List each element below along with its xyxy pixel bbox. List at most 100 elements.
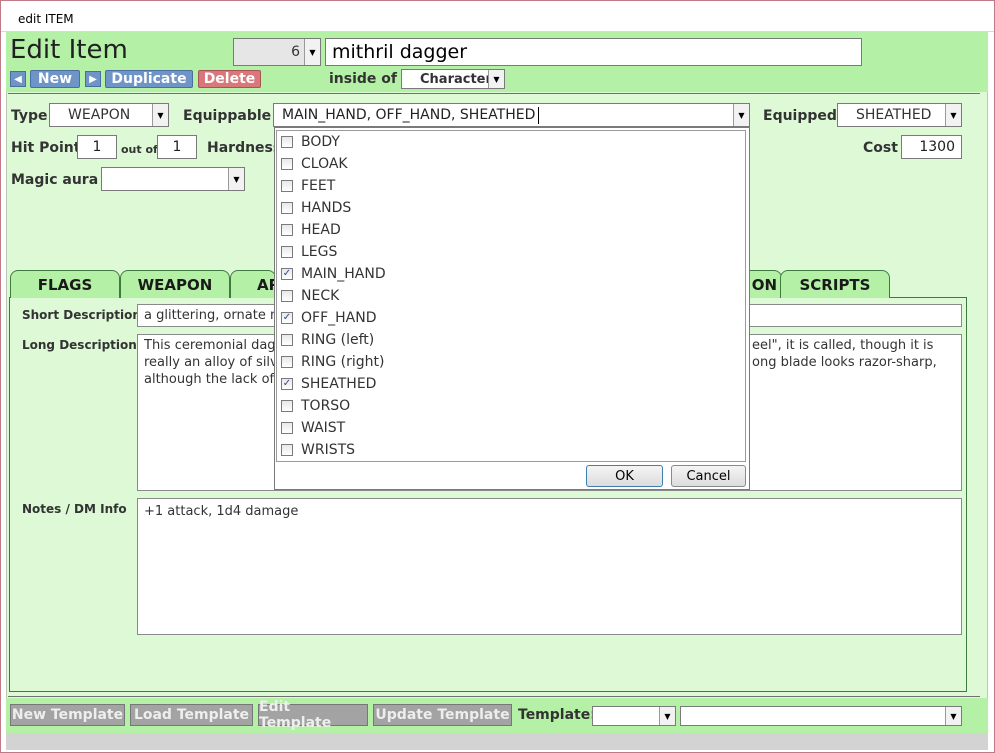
inside-of-value: Character <box>420 72 492 87</box>
checkbox[interactable] <box>281 400 293 412</box>
checkbox[interactable] <box>281 180 293 192</box>
option-label: MAIN_HAND <box>301 266 386 282</box>
chevron-down-icon[interactable]: ▼ <box>152 104 168 126</box>
equippable-option[interactable]: WRISTS <box>281 439 355 461</box>
chevron-down-icon[interactable]: ▼ <box>228 168 244 190</box>
equippable-value: MAIN_HAND, OFF_HAND, SHEATHED <box>282 107 536 123</box>
type-label: Type <box>11 108 48 124</box>
equippable-option[interactable]: CLOAK <box>281 153 348 175</box>
equipped-select[interactable]: SHEATHED ▼ <box>837 103 962 127</box>
cancel-button[interactable]: Cancel <box>671 465 746 487</box>
new-template-button[interactable]: New Template <box>10 704 125 726</box>
equippable-option[interactable]: ✓ MAIN_HAND <box>281 263 386 285</box>
checkbox[interactable] <box>281 422 293 434</box>
checkbox[interactable] <box>281 356 293 368</box>
inside-of-select[interactable]: Character ▼ <box>401 69 505 89</box>
cost-field[interactable]: 1300 <box>901 135 962 159</box>
equippable-select[interactable]: MAIN_HAND, OFF_HAND, SHEATHED ▼ <box>273 103 750 127</box>
option-label: WRISTS <box>301 442 356 458</box>
option-label: FEET <box>301 178 336 194</box>
template-select[interactable]: ▼ <box>592 706 676 726</box>
arrow-right-icon[interactable]: ▶ <box>85 71 101 87</box>
checkbox[interactable] <box>281 224 293 236</box>
tab-flags[interactable]: FLAGS <box>10 270 120 298</box>
equippable-option[interactable]: HEAD <box>281 219 341 241</box>
tab-scripts[interactable]: SCRIPTS <box>780 270 890 298</box>
checkbox[interactable] <box>281 444 293 456</box>
update-template-button[interactable]: Update Template <box>373 704 512 726</box>
option-label: LEGS <box>301 244 338 260</box>
option-label: SHEATHED <box>301 376 377 392</box>
equippable-option[interactable]: RING (right) <box>281 351 384 373</box>
option-label: BODY <box>301 134 340 150</box>
magic-aura-label: Magic aura <box>11 172 99 188</box>
checkmark-icon: ✓ <box>282 378 292 389</box>
header-divider <box>8 93 980 94</box>
delete-button[interactable]: Delete <box>198 70 261 88</box>
chevron-down-icon[interactable]: ▼ <box>304 39 320 65</box>
tab-hidden-label: ON <box>751 275 777 294</box>
checkbox[interactable] <box>281 158 293 170</box>
new-button[interactable]: New <box>30 70 80 88</box>
title-bar <box>1 1 994 32</box>
equippable-option[interactable]: WAIST <box>281 417 345 439</box>
magic-aura-select[interactable]: ▼ <box>101 167 245 191</box>
record-number-select[interactable]: 6 ▼ <box>233 38 321 66</box>
arrow-left-icon[interactable]: ◀ <box>10 71 26 87</box>
chevron-down-icon[interactable]: ▼ <box>945 707 961 725</box>
checkbox[interactable]: ✓ <box>281 312 293 324</box>
checkbox[interactable] <box>281 334 293 346</box>
long-description-label: Long Description <box>22 338 137 352</box>
equipped-label: Equipped <box>763 108 837 124</box>
equippable-option[interactable]: ✓ OFF_HAND <box>281 307 376 329</box>
load-template-button[interactable]: Load Template <box>130 704 253 726</box>
cost-label: Cost <box>863 140 898 156</box>
equippable-option[interactable]: LEGS <box>281 241 337 263</box>
type-value: WEAPON <box>68 107 131 123</box>
status-bar <box>6 733 988 750</box>
checkmark-icon: ✓ <box>282 312 292 323</box>
hit-points-field[interactable]: 1 <box>77 135 117 159</box>
tab-weapon[interactable]: WEAPON <box>120 270 230 298</box>
equippable-option-list[interactable]: BODY CLOAK FEET HANDS HEAD LEGS ✓ MAIN_HAND NECK… <box>276 130 746 462</box>
out-of-label: out of <box>121 143 158 156</box>
equippable-label: Equippable <box>183 108 272 124</box>
chevron-down-icon[interactable]: ▼ <box>733 104 749 126</box>
option-label: HEAD <box>301 222 341 238</box>
tab-armor[interactable]: AR <box>230 270 280 298</box>
checkbox[interactable] <box>281 202 293 214</box>
template-name-select[interactable]: ▼ <box>680 706 962 726</box>
option-label: OFF_HAND <box>301 310 377 326</box>
checkbox[interactable]: ✓ <box>281 268 293 280</box>
option-label: TORSO <box>301 398 351 414</box>
edit-template-button[interactable]: Edit Template <box>258 699 368 731</box>
chevron-down-icon[interactable]: ▼ <box>488 70 504 88</box>
equippable-option[interactable]: TORSO <box>281 395 350 417</box>
equippable-option[interactable]: FEET <box>281 175 335 197</box>
equippable-option[interactable]: ✓ SHEATHED <box>281 373 376 395</box>
equippable-option[interactable]: RING (left) <box>281 329 374 351</box>
item-name-field[interactable]: mithril dagger <box>325 38 862 66</box>
window-title: edit ITEM <box>18 12 74 26</box>
equippable-option[interactable]: NECK <box>281 285 339 307</box>
equippable-option[interactable]: BODY <box>281 131 340 153</box>
option-label: WAIST <box>301 420 346 436</box>
equippable-option[interactable]: HANDS <box>281 197 351 219</box>
text-cursor <box>538 107 539 124</box>
type-select[interactable]: WEAPON ▼ <box>49 103 169 127</box>
record-number-value: 6 <box>291 44 300 60</box>
duplicate-button[interactable]: Duplicate <box>105 70 193 88</box>
ok-button[interactable]: OK <box>586 465 663 487</box>
hit-points-max-field[interactable]: 1 <box>157 135 197 159</box>
inside-of-label: inside of <box>329 71 397 87</box>
chevron-down-icon[interactable]: ▼ <box>945 104 961 126</box>
checkbox[interactable] <box>281 136 293 148</box>
notes-field[interactable]: +1 attack, 1d4 damage <box>137 498 962 635</box>
checkbox[interactable]: ✓ <box>281 378 293 390</box>
option-label: HANDS <box>301 200 352 216</box>
page-title: Edit Item <box>10 35 128 65</box>
checkbox[interactable] <box>281 290 293 302</box>
chevron-down-icon[interactable]: ▼ <box>659 707 675 725</box>
equipped-value: SHEATHED <box>856 107 932 123</box>
checkbox[interactable] <box>281 246 293 258</box>
